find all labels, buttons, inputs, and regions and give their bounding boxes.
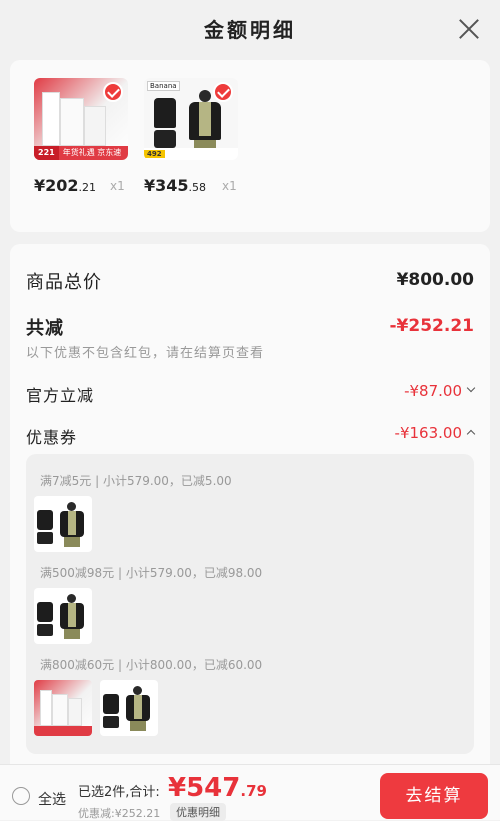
- coupon-value: -¥163.00: [394, 424, 462, 442]
- checkout-bar: 全选 已选2件,合计: ¥547.79 优惠减:¥252.21 优惠明细 去结算: [0, 764, 500, 821]
- discount-note: 以下优惠不包含红包，请在结算页查看: [26, 346, 265, 361]
- product-item[interactable]: 221年货礼遇 京东速达: [34, 78, 128, 160]
- official-discount-label: 官方立减: [26, 386, 95, 405]
- close-icon[interactable]: [458, 18, 480, 40]
- product-list: 221年货礼遇 京东速达 ¥202.21 x1 Banana 492 ¥345.…: [10, 60, 490, 232]
- sheet-header: 金额明细: [0, 0, 500, 60]
- product-price: ¥202.21: [34, 176, 97, 195]
- coupon-product-thumb: [34, 496, 92, 552]
- price-breakdown: 商品总价 ¥800.00 共减 -¥252.21 以下优惠不包含红包，请在结算页…: [10, 244, 490, 784]
- goods-total-value: ¥800.00: [396, 270, 474, 290]
- promo-badge: 492: [144, 150, 165, 158]
- promo-badge: 221: [34, 146, 59, 160]
- coupon-toggle[interactable]: -¥163.00: [394, 424, 476, 442]
- product-image-skincare: 221年货礼遇 京东速达: [34, 78, 128, 160]
- checked-icon[interactable]: [213, 82, 233, 102]
- product-qty: x1: [110, 179, 125, 193]
- discount-detail-button[interactable]: 优惠明细: [170, 803, 226, 821]
- selected-summary: 已选2件,合计:: [78, 785, 160, 800]
- goods-total-label: 商品总价: [26, 272, 102, 293]
- discount-label: 共减: [26, 318, 64, 339]
- coupon-details: 满7减5元 | 小计579.00，已减5.00 满500减98元 | 小计579…: [26, 454, 474, 754]
- product-qty: x1: [222, 179, 237, 193]
- product-image-jacket: Banana 492: [144, 78, 238, 160]
- chevron-up-icon: [466, 429, 476, 438]
- checkout-button[interactable]: 去结算: [380, 773, 488, 819]
- product-price: ¥345.58: [144, 176, 207, 195]
- discount-value: -¥252.21: [389, 316, 475, 336]
- chevron-down-icon: [466, 383, 476, 392]
- checked-icon[interactable]: [103, 82, 123, 102]
- coupon-product-thumb: [34, 588, 92, 644]
- coupon-rule: 满800减60元 | 小计800.00，已减60.00: [40, 658, 263, 672]
- coupon-rule: 满7减5元 | 小计579.00，已减5.00: [40, 474, 232, 488]
- select-all-label[interactable]: 全选: [38, 789, 66, 809]
- sheet-title: 金额明细: [204, 18, 296, 42]
- amount-detail-sheet: 金额明细 221年货礼遇 京东速达 ¥202.21 x1 Banana 492 …: [0, 0, 500, 821]
- total-price: ¥547.79: [168, 773, 267, 803]
- coupon-rule: 满500减98元 | 小计579.00，已减98.00: [40, 566, 263, 580]
- official-discount-value: -¥87.00: [404, 382, 462, 400]
- official-discount-toggle[interactable]: -¥87.00: [404, 382, 476, 400]
- brand-label: Banana: [147, 81, 180, 91]
- coupon-product-thumb: [34, 680, 92, 736]
- coupon-product-thumb: [100, 680, 158, 736]
- coupon-label: 优惠券: [26, 428, 78, 447]
- select-all-radio[interactable]: [12, 787, 30, 805]
- product-item[interactable]: Banana 492: [144, 78, 238, 160]
